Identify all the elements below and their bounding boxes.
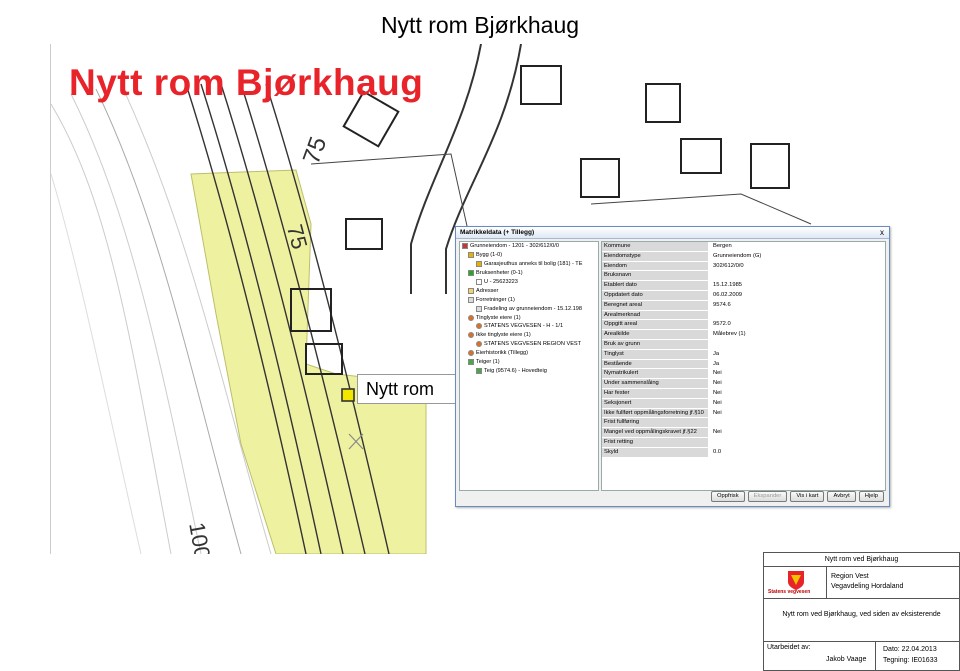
dialog-title: Matrikkeldata (+ Tillegg) xyxy=(460,229,535,236)
close-icon[interactable]: x xyxy=(875,228,889,238)
grid-row[interactable]: Bestående Ja xyxy=(602,359,885,370)
department: Vegavdeling Hordaland xyxy=(831,582,904,590)
grid-row[interactable]: Eiendom 302/612/0/0 xyxy=(602,261,885,272)
statens-vegvesen-logo: Statens vegvesen xyxy=(764,567,827,598)
tree-item[interactable]: Bruksenheter (0-1) xyxy=(460,269,598,278)
tree-item[interactable]: Adresser xyxy=(460,286,598,295)
drawing-description: Nytt rom ved Bjørkhaug, ved siden av eks… xyxy=(764,599,959,642)
grid-row[interactable]: Skyld 0.0 xyxy=(602,447,885,458)
property-grid[interactable]: Kommune Bergen Eiendomstype Grunneiendom (… xyxy=(601,241,886,491)
organization: Statens vegvesen Region Vest Vegavdeling… xyxy=(764,567,959,599)
person-icon xyxy=(476,323,482,330)
tree-item[interactable]: Grunneiendom - 1201 - 302/612/0/0 xyxy=(460,242,598,251)
made-by: Jakob Vaage xyxy=(826,656,867,663)
map-overlay-title: Nytt rom Bjørkhaug xyxy=(69,62,424,103)
grid-row[interactable]: Beregnet areal 9574.6 xyxy=(602,300,885,311)
grunneiendom-icon xyxy=(462,243,468,250)
tree-item[interactable]: STATENS VEGVESEN - H - 1/1 xyxy=(460,322,598,331)
grid-row[interactable]: Under sammenslåing Nei xyxy=(602,379,885,389)
address-icon xyxy=(468,287,474,294)
tree-item[interactable]: Teig (9574.6) - Hovedteig xyxy=(460,366,598,375)
record-icon xyxy=(468,296,474,303)
grid-row[interactable]: Seksjonert Nei xyxy=(602,398,885,409)
grid-row[interactable]: Frist retting xyxy=(602,437,885,448)
building-icon xyxy=(468,252,474,259)
grid-row[interactable]: Ikke fullført oppmålingsforretning jf.§1… xyxy=(602,408,885,419)
record-icon xyxy=(476,305,482,312)
tree-item[interactable]: Bygg (1-0) xyxy=(460,251,598,260)
unit-icon xyxy=(468,270,474,277)
grid-row[interactable]: Kommune Bergen xyxy=(602,242,885,252)
tree-item[interactable]: Tinglyste eiere (1) xyxy=(460,313,598,322)
expand-button[interactable]: Ekspander xyxy=(747,491,788,502)
tree-item[interactable]: Garasjeuthus anneks til bolig (181) - TE xyxy=(460,260,598,269)
person-icon xyxy=(468,332,474,339)
title-block-divider xyxy=(875,642,876,670)
cancel-button[interactable]: Avbryt xyxy=(827,491,856,502)
matrikkeldata-dialog[interactable]: Matrikkeldata (+ Tillegg) x Grunneiendom… xyxy=(455,226,890,507)
grid-row[interactable]: Nymatrikulert Nei xyxy=(602,369,885,380)
grid-row[interactable]: Oppdatert dato 06.02.2009 xyxy=(602,290,885,301)
tree-item[interactable]: Teiger (1) xyxy=(460,358,598,367)
grid-row[interactable]: Etablert dato 15.12.1985 xyxy=(602,281,885,291)
garage-icon xyxy=(476,261,482,268)
title-block: Nytt rom ved Bjørkhaug Statens vegvesen … xyxy=(763,552,960,671)
help-button[interactable]: Hjelp xyxy=(858,491,884,502)
tree-item[interactable]: Ikke tinglyste eiere (1) xyxy=(460,331,598,340)
tree-item[interactable]: Fradeling av grunneiendom - 15.12.198 xyxy=(460,304,598,313)
grid-row[interactable]: Bruksnavn xyxy=(602,271,885,282)
person-icon xyxy=(476,341,482,348)
dialog-button-bar: Oppfrisk Ekspander Vis i kart Avbryt Hje… xyxy=(711,491,884,502)
refresh-button[interactable]: Oppfrisk xyxy=(711,491,745,502)
grid-row[interactable]: Mangel ved oppmålingskravet jf.§22 Nei xyxy=(602,428,885,438)
grid-row[interactable]: Eiendomstype Grunneiendom (G) xyxy=(602,251,885,262)
drawing-number: Tegning: IE01633 xyxy=(883,657,938,664)
parcel-icon xyxy=(468,359,474,366)
date: Dato: 22.04.2013 xyxy=(883,646,937,653)
dialog-titlebar[interactable]: Matrikkeldata (+ Tillegg) x xyxy=(456,227,889,239)
contour-label-100: 100 xyxy=(184,520,215,554)
region: Region Vest xyxy=(831,573,869,580)
grid-row[interactable]: Har fester Nei xyxy=(602,388,885,399)
grid-row[interactable]: Bruk av grunn xyxy=(602,339,885,350)
grid-row[interactable]: Arealmerknad xyxy=(602,310,885,321)
room-marker[interactable] xyxy=(341,388,355,402)
tree-item[interactable]: Eierhistorikk (Tillegg) xyxy=(460,349,598,358)
project-name: Nytt rom ved Bjørkhaug xyxy=(764,553,959,567)
grid-row[interactable]: Tinglyst Ja xyxy=(602,349,885,360)
tree-item[interactable]: U - 25623223 xyxy=(460,278,598,287)
page-title: Nytt rom Bjørkhaug xyxy=(380,12,580,38)
grid-row[interactable]: Oppgitt areal 9572.0 xyxy=(602,320,885,331)
unit-icon xyxy=(476,279,482,285)
person-icon xyxy=(468,350,474,357)
tree-item[interactable]: Forretninger (1) xyxy=(460,295,598,304)
room-label: Nytt rom xyxy=(357,374,469,404)
parcel-icon xyxy=(476,367,482,374)
property-tree[interactable]: Grunneiendom - 1201 - 302/612/0/0 Bygg (… xyxy=(459,241,599,491)
person-icon xyxy=(468,314,474,321)
made-by-label: Utarbeidet av: xyxy=(767,644,811,651)
grid-row[interactable]: Arealkilde Målebrev (1) xyxy=(602,330,885,340)
grid-row[interactable]: Frist fullføring xyxy=(602,418,885,429)
tree-item[interactable]: STATENS VEGVESEN REGION VEST xyxy=(460,340,598,349)
show-in-map-button[interactable]: Vis i kart xyxy=(790,491,825,502)
